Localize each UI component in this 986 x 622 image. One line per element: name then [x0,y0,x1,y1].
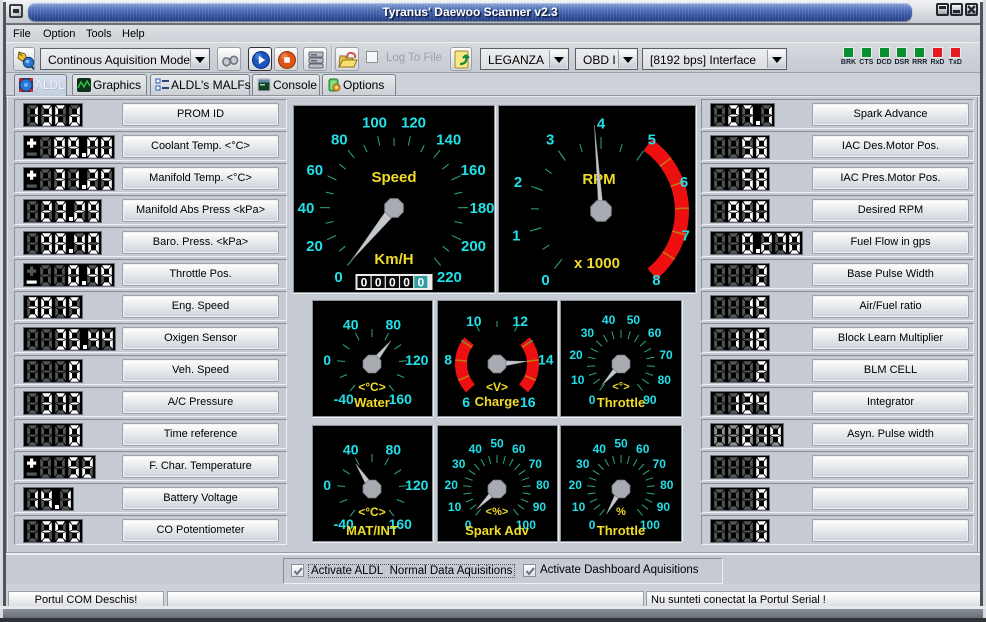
svg-text:40: 40 [469,442,483,456]
svg-text:80: 80 [331,132,348,149]
svg-text:220: 220 [437,269,462,286]
svg-text:10: 10 [572,500,586,514]
svg-text:7: 7 [682,227,690,244]
svg-text:0: 0 [417,276,424,290]
svg-text:x 1000: x 1000 [574,255,620,272]
svg-text:<°C>: <°C> [358,380,385,394]
svg-text:0: 0 [323,352,331,368]
svg-text:20: 20 [569,478,583,492]
svg-text:6: 6 [462,394,470,410]
svg-text:80: 80 [536,478,550,492]
svg-text:<%>: <%> [486,506,509,518]
svg-text:40: 40 [343,441,359,457]
svg-text:90: 90 [533,500,547,514]
svg-text:80: 80 [386,316,402,332]
svg-text:4: 4 [597,115,606,132]
svg-text:30: 30 [576,457,590,471]
svg-text:0: 0 [389,276,396,290]
svg-text:0: 0 [361,276,368,290]
svg-text:0: 0 [589,393,596,407]
svg-text:<V>: <V> [486,380,508,394]
svg-text:6: 6 [680,174,688,191]
svg-text:120: 120 [405,477,429,493]
svg-text:Water: Water [354,395,390,410]
svg-text:0: 0 [323,477,331,493]
svg-text:2: 2 [514,174,522,191]
svg-text:Spark Adv: Spark Adv [465,523,530,538]
svg-text:80: 80 [386,441,402,457]
svg-text:10: 10 [466,313,482,329]
svg-text:50: 50 [627,313,641,327]
svg-text:5: 5 [648,132,656,149]
svg-text:40: 40 [602,313,616,327]
svg-text:90: 90 [643,393,657,407]
svg-text:14: 14 [538,351,554,367]
svg-text:Km/H: Km/H [374,251,413,268]
svg-text:60: 60 [648,326,662,340]
svg-text:100: 100 [362,115,387,132]
svg-text:20: 20 [569,348,583,362]
svg-text:Throttle: Throttle [597,395,645,410]
svg-text:180: 180 [469,200,494,217]
svg-text:30: 30 [581,326,595,340]
svg-text:70: 70 [653,457,667,471]
svg-text:Throttle: Throttle [597,523,645,538]
svg-text:0: 0 [589,518,596,532]
svg-text:8: 8 [652,272,660,289]
svg-text:Charge: Charge [475,394,520,409]
svg-text:<°C>: <°C> [358,505,385,519]
svg-text:60: 60 [636,442,650,456]
svg-text:-40: -40 [334,391,354,407]
svg-text:30: 30 [452,457,466,471]
svg-text:40: 40 [343,316,359,332]
svg-text:120: 120 [401,115,426,132]
svg-text:<°>: <°> [612,381,629,393]
svg-text:MAT/INT: MAT/INT [346,523,398,538]
svg-text:80: 80 [658,373,672,387]
svg-text:40: 40 [593,442,607,456]
svg-text:200: 200 [461,238,486,255]
svg-text:8: 8 [444,351,452,367]
svg-text:50: 50 [614,436,628,450]
svg-text:70: 70 [659,348,673,362]
svg-text:80: 80 [660,478,674,492]
svg-text:0: 0 [541,272,549,289]
svg-text:10: 10 [448,500,462,514]
svg-text:0: 0 [375,276,382,290]
svg-text:20: 20 [445,478,459,492]
svg-text:60: 60 [306,162,323,179]
svg-text:1: 1 [512,227,520,244]
svg-text:50: 50 [490,436,504,450]
svg-text:160: 160 [461,162,486,179]
svg-text:160: 160 [389,391,413,407]
svg-text:%: % [616,506,626,518]
svg-text:Speed: Speed [371,169,416,186]
svg-text:60: 60 [512,442,526,456]
svg-text:0: 0 [403,276,410,290]
svg-text:140: 140 [436,132,461,149]
svg-text:16: 16 [520,394,536,410]
svg-text:40: 40 [298,200,315,217]
svg-text:20: 20 [306,238,323,255]
svg-text:70: 70 [529,457,543,471]
svg-text:10: 10 [571,373,585,387]
svg-text:3: 3 [546,132,554,149]
svg-text:0: 0 [334,269,342,286]
svg-text:120: 120 [405,352,429,368]
svg-text:12: 12 [512,313,528,329]
svg-text:90: 90 [657,500,671,514]
